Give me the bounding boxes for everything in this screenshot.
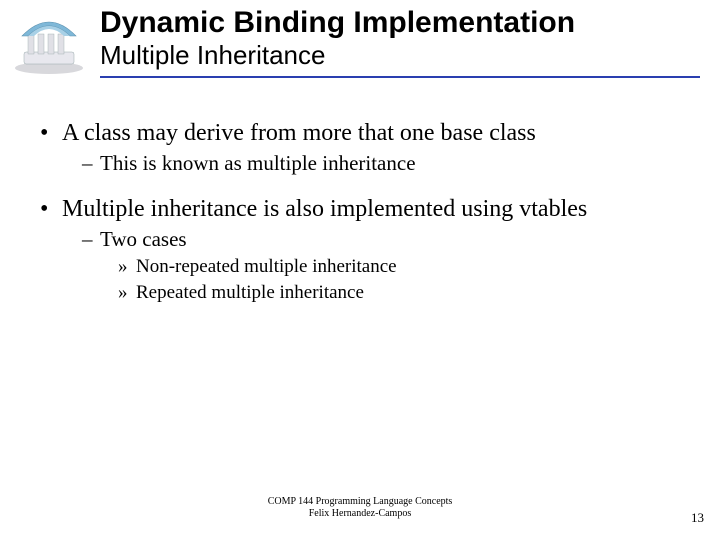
slide-subtitle: Multiple Inheritance xyxy=(100,41,700,74)
slide: Dynamic Binding Implementation Multiple … xyxy=(0,0,720,540)
header: Dynamic Binding Implementation Multiple … xyxy=(100,6,700,78)
bullet-level2: This is known as multiple inheritance xyxy=(40,150,690,176)
unc-well-logo xyxy=(10,6,88,76)
footer: COMP 144 Programming Language Concepts F… xyxy=(0,496,720,520)
body-content: A class may derive from more that one ba… xyxy=(40,118,690,308)
bullet-level1: Multiple inheritance is also implemented… xyxy=(40,194,690,224)
footer-line2: Felix Hernandez-Campos xyxy=(0,508,720,520)
bullet-level3: Non-repeated multiple inheritance xyxy=(40,255,690,280)
bullet-level3: Repeated multiple inheritance xyxy=(40,281,690,306)
bullet-level2: Two cases xyxy=(40,226,690,252)
page-number: 13 xyxy=(691,510,704,526)
title-underline xyxy=(100,76,700,78)
slide-title: Dynamic Binding Implementation xyxy=(100,6,700,39)
bullet-level1: A class may derive from more that one ba… xyxy=(40,118,690,148)
footer-line1: COMP 144 Programming Language Concepts xyxy=(0,496,720,508)
